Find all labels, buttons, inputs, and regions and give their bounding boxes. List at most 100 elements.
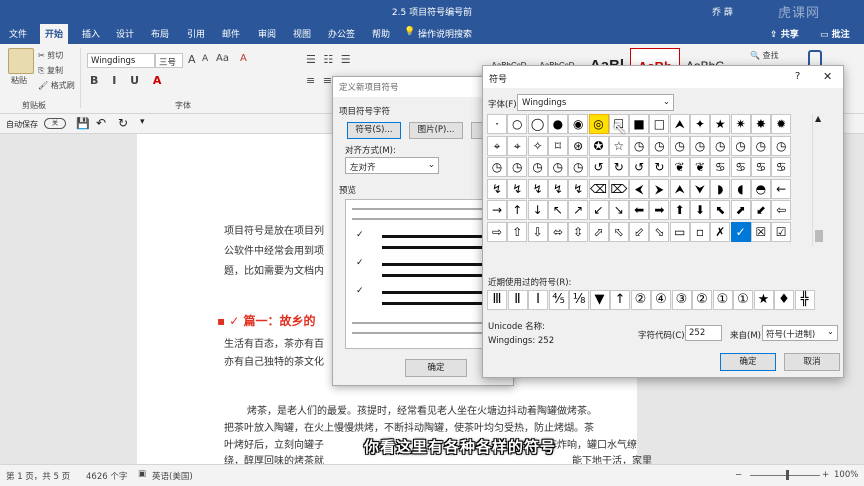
symbol-cell[interactable]: ↻ bbox=[608, 157, 629, 177]
symbol-cell[interactable]: ◷ bbox=[750, 135, 771, 156]
recent-symbol-cell[interactable]: ③ bbox=[671, 290, 692, 310]
symbol-cell[interactable]: □ bbox=[649, 114, 670, 134]
language[interactable]: 英语(美国) bbox=[152, 470, 193, 482]
symbol-cell[interactable]: ↖ bbox=[547, 200, 568, 220]
recent-symbol-cell[interactable]: ① bbox=[712, 290, 733, 310]
symbol-cell[interactable]: ♋ bbox=[710, 157, 731, 177]
autosave-toggle[interactable]: 关 bbox=[44, 118, 66, 129]
symbol-cancel-button[interactable]: 取消 bbox=[784, 353, 840, 371]
symbol-cell[interactable]: ↯ bbox=[487, 178, 507, 199]
find-button[interactable]: 🔍 查找 bbox=[750, 50, 779, 61]
tab-review[interactable]: 审阅 bbox=[258, 27, 276, 40]
recent-symbol-cell[interactable]: ⅛ bbox=[569, 290, 589, 310]
symbol-cell[interactable]: ◷ bbox=[547, 157, 568, 177]
share-button[interactable]: ⇪ 共享 bbox=[770, 27, 799, 40]
recent-symbol-cell[interactable]: Ⅰ bbox=[528, 290, 548, 310]
symbol-cell[interactable]: ↺ bbox=[629, 157, 650, 177]
symbol-cell[interactable]: ⮜ bbox=[629, 178, 650, 199]
symbol-cell[interactable]: ▭ bbox=[669, 221, 690, 242]
symbol-cell[interactable]: ◷ bbox=[527, 157, 548, 177]
page-count[interactable]: 第 1 页，共 5 页 bbox=[6, 470, 70, 482]
tab-view[interactable]: 视图 bbox=[293, 27, 311, 40]
symbol-cell[interactable]: ◯ bbox=[527, 114, 548, 134]
symbol-cell[interactable]: ◗ bbox=[710, 178, 731, 199]
tab-mailings[interactable]: 邮件 bbox=[222, 27, 240, 40]
font-size-select[interactable]: 三号 bbox=[155, 53, 183, 68]
format-painter-button[interactable]: 🖌 格式刷 bbox=[38, 80, 75, 91]
tab-help[interactable]: 帮助 bbox=[372, 27, 390, 40]
symbol-font-select[interactable]: Wingdings ⌄ bbox=[517, 94, 674, 111]
customize-qat-icon[interactable]: ▾ bbox=[140, 117, 145, 127]
recent-symbol-cell[interactable]: ② bbox=[692, 290, 712, 310]
symbol-cell[interactable]: ↓ bbox=[527, 200, 548, 220]
tab-insert[interactable]: 插入 bbox=[82, 27, 100, 40]
symbol-cell[interactable]: ■ bbox=[629, 114, 650, 134]
recent-symbol-cell[interactable]: ① bbox=[733, 290, 753, 310]
symbol-cell[interactable]: ⇨ bbox=[487, 221, 507, 242]
symbol-cell[interactable]: ⇳ bbox=[568, 221, 589, 242]
recent-symbol-cell[interactable]: ╬ bbox=[794, 290, 815, 310]
symbol-cell[interactable]: ◷ bbox=[649, 135, 670, 156]
tab-office-sign[interactable]: 办公签 bbox=[328, 27, 355, 40]
symbol-button[interactable]: 符号(S)... bbox=[347, 122, 401, 139]
close-icon[interactable]: ✕ bbox=[823, 70, 832, 83]
char-code-input[interactable]: 252 bbox=[685, 325, 722, 341]
symbol-cell[interactable]: → bbox=[487, 200, 507, 220]
symbol-cell[interactable]: ← bbox=[771, 178, 792, 199]
change-case-button[interactable]: Aa bbox=[216, 53, 229, 64]
undo-icon[interactable]: ↶ bbox=[96, 116, 106, 130]
recent-symbol-cell[interactable]: Ⅱ bbox=[507, 290, 528, 310]
symbol-cell[interactable]: ❦ bbox=[669, 157, 690, 177]
zoom-plus-icon[interactable]: + bbox=[822, 470, 829, 480]
symbol-cell[interactable]: ◓ bbox=[750, 178, 771, 199]
zoom-thumb[interactable] bbox=[786, 470, 789, 480]
symbol-cell[interactable]: ⬈ bbox=[730, 200, 751, 220]
word-count[interactable]: 4626 个字 bbox=[86, 470, 127, 482]
symbol-cell[interactable]: ✧ bbox=[527, 135, 548, 156]
symbol-cell[interactable]: ◷ bbox=[669, 135, 690, 156]
ok-button[interactable]: 确定 bbox=[405, 359, 467, 377]
shrink-font-button[interactable]: A bbox=[202, 54, 208, 64]
symbol-cell[interactable]: ✓ bbox=[730, 221, 751, 242]
grow-font-button[interactable]: A bbox=[188, 53, 196, 66]
symbol-cell[interactable]: ☒ bbox=[750, 221, 771, 242]
scroll-up-icon[interactable]: ▲ bbox=[815, 114, 821, 123]
user-name[interactable]: 乔 薛 bbox=[712, 5, 733, 18]
tab-home[interactable]: 开始 bbox=[40, 24, 69, 44]
symbol-cell[interactable]: ⇦ bbox=[771, 200, 792, 220]
symbol-cell[interactable]: ↺ bbox=[588, 157, 609, 177]
symbol-cell[interactable]: ◷ bbox=[568, 157, 589, 177]
symbol-ok-button[interactable]: 确定 bbox=[720, 353, 776, 371]
symbol-cell[interactable]: ⌖ bbox=[487, 135, 507, 156]
scroll-thumb[interactable] bbox=[815, 230, 823, 242]
symbol-cell[interactable]: ❦ bbox=[690, 157, 710, 177]
symbol-cell[interactable]: ⮞ bbox=[649, 178, 670, 199]
symbol-cell[interactable]: ⌫ bbox=[588, 178, 609, 199]
symbol-cell[interactable]: ✹ bbox=[771, 114, 792, 134]
tab-file[interactable]: 文件 bbox=[9, 27, 27, 40]
symbol-cell[interactable]: ⌖ bbox=[507, 135, 528, 156]
symbol-cell[interactable]: ☑ bbox=[771, 221, 792, 242]
symbol-cell[interactable]: ♋ bbox=[750, 157, 771, 177]
symbol-cell[interactable]: ↯ bbox=[547, 178, 568, 199]
tab-design[interactable]: 设计 bbox=[116, 27, 134, 40]
symbol-cell[interactable]: ◎ bbox=[588, 114, 609, 134]
symbol-cell[interactable]: ⬋ bbox=[750, 200, 771, 220]
recent-symbol-cell[interactable]: ⅘ bbox=[548, 290, 569, 310]
symbol-cell[interactable]: ♋ bbox=[771, 157, 792, 177]
symbol-cell[interactable]: ⬉ bbox=[710, 200, 731, 220]
symbol-cell[interactable]: ⬄ bbox=[547, 221, 568, 242]
recent-symbol-cell[interactable]: ▼ bbox=[589, 290, 610, 310]
grid-scrollbar[interactable]: ▲ bbox=[812, 114, 824, 246]
symbol-cell[interactable]: ⬆ bbox=[669, 200, 690, 220]
symbol-cell[interactable]: ⌦ bbox=[608, 178, 629, 199]
symbol-cell[interactable]: ↯ bbox=[507, 178, 528, 199]
symbol-cell[interactable]: ♋ bbox=[730, 157, 751, 177]
symbol-cell[interactable]: ⮝ bbox=[669, 178, 690, 199]
symbol-cell[interactable]: ✪ bbox=[588, 135, 609, 156]
paste-icon[interactable] bbox=[8, 48, 34, 74]
recent-symbol-cell[interactable]: ★ bbox=[753, 290, 774, 310]
symbol-cell[interactable]: ↘ bbox=[608, 200, 629, 220]
symbol-cell[interactable]: ⬂ bbox=[649, 221, 670, 242]
save-icon[interactable]: 💾 bbox=[76, 117, 90, 130]
